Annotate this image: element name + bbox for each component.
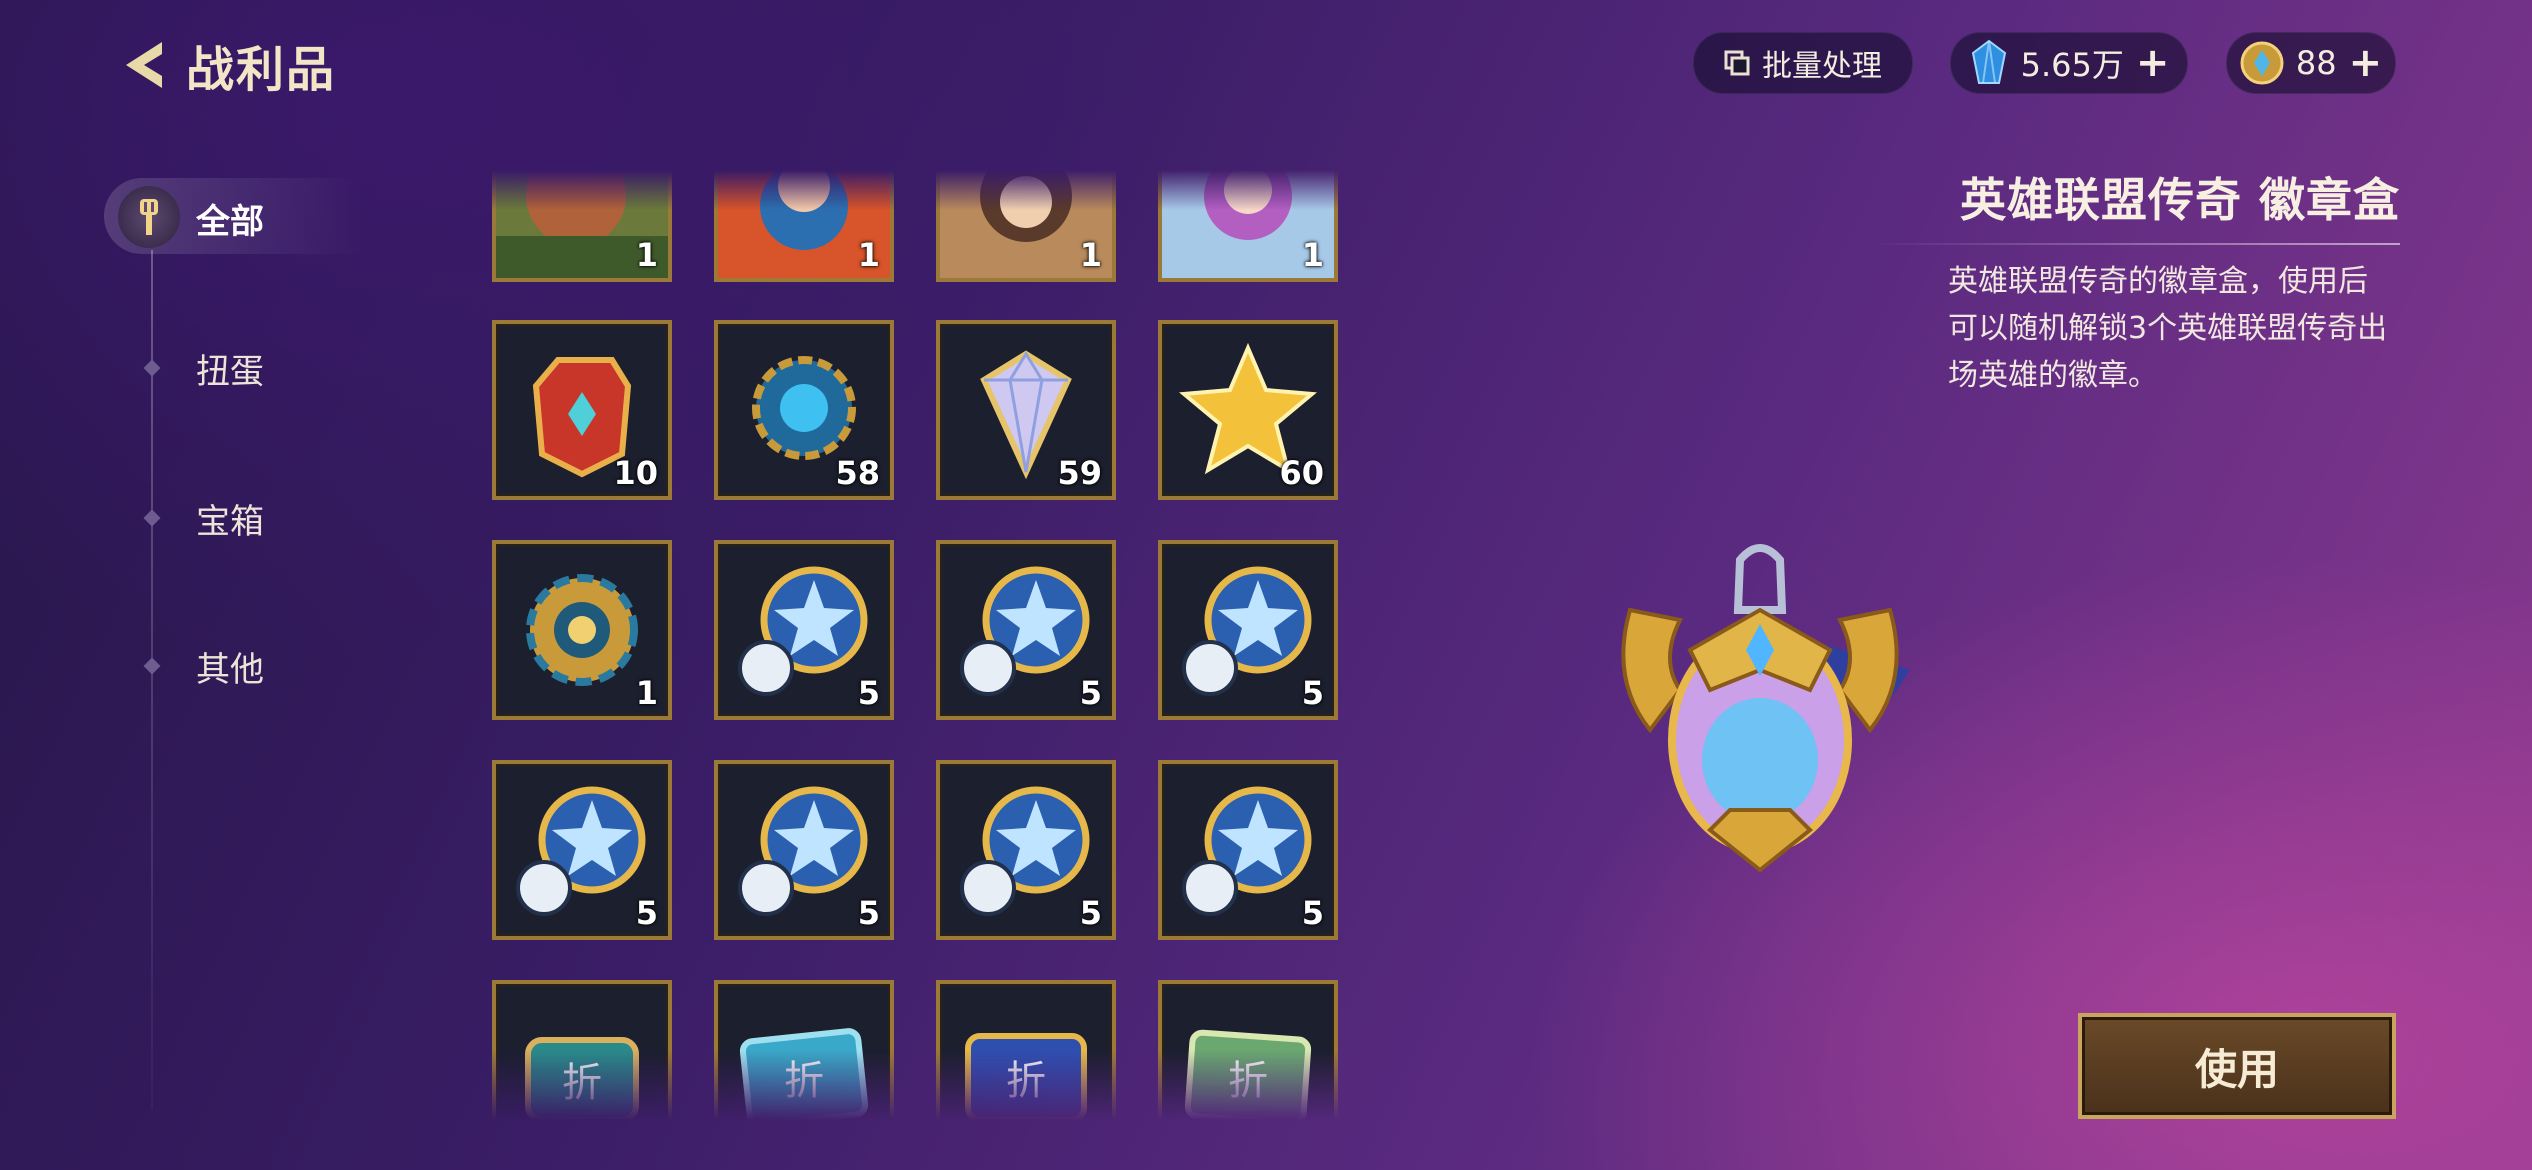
- loot-item-discount-coupon[interactable]: 折: [492, 980, 672, 1120]
- batch-process-button[interactable]: 批量处理: [1693, 32, 1913, 94]
- loot-item-star-badge[interactable]: 5: [492, 760, 672, 940]
- loot-item-blue-gear[interactable]: 58: [714, 320, 894, 500]
- item-title: 英雄联盟传奇 徽章盒: [1959, 173, 2400, 227]
- loot-item-star-badge[interactable]: 5: [936, 760, 1116, 940]
- spatula-icon: [118, 186, 180, 248]
- gems-amount: 5.65万: [2020, 46, 2124, 84]
- sidebar-dot: [143, 657, 161, 675]
- title-divider: [1870, 243, 2400, 245]
- coins-amount: 88: [2295, 44, 2337, 82]
- coupon-label: 折: [1228, 1058, 1268, 1104]
- loot-item-portrait[interactable]: 1: [492, 170, 672, 282]
- loot-item-star-badge[interactable]: 5: [1158, 760, 1338, 940]
- add-coins-icon[interactable]: +: [2349, 43, 2383, 83]
- loot-grid: 1 1 1 1 10 58 59 60 1 5 5 5 5 5 5 5 折 折 …: [480, 170, 1360, 1120]
- sidebar-rail: [151, 250, 153, 1110]
- loot-item-star[interactable]: 60: [1158, 320, 1338, 500]
- coupon-label: 折: [784, 1058, 824, 1104]
- loot-item-discount-coupon[interactable]: 折: [936, 980, 1116, 1120]
- loot-item-gold-gear[interactable]: 1: [492, 540, 672, 720]
- sidebar-item-chest[interactable]: 宝箱: [196, 494, 264, 543]
- sidebar-item-all[interactable]: 全部: [196, 194, 264, 243]
- coupon-label: 折: [1006, 1058, 1046, 1104]
- loot-item-star-badge[interactable]: 5: [714, 760, 894, 940]
- page-title: 战利品: [186, 42, 337, 98]
- coins-currency[interactable]: 88 +: [2226, 32, 2396, 94]
- loot-item-discount-coupon[interactable]: 折: [714, 980, 894, 1120]
- back-button[interactable]: 战利品: [118, 30, 336, 100]
- sidebar-item-other[interactable]: 其他: [196, 642, 264, 691]
- item-description: 英雄联盟传奇的徽章盒，使用后可以随机解锁3个英雄联盟传奇出场英雄的徽章。: [1948, 264, 2388, 393]
- chevron-left-icon: [126, 42, 162, 88]
- blue-gem-icon: [1971, 39, 2006, 84]
- loot-item-red-token[interactable]: 10: [492, 320, 672, 500]
- loot-item-star-badge[interactable]: 5: [1158, 540, 1338, 720]
- coupon-label: 折: [562, 1060, 602, 1106]
- sidebar-item-gacha[interactable]: 扭蛋: [196, 344, 264, 393]
- use-button[interactable]: 使用: [2078, 1013, 2396, 1119]
- loot-item-portrait[interactable]: 1: [714, 170, 894, 282]
- sidebar-dot: [143, 359, 161, 377]
- loot-item-diamond[interactable]: 59: [936, 320, 1116, 500]
- batch-label: 批量处理: [1762, 49, 1882, 84]
- loot-item-portrait[interactable]: 1: [1158, 170, 1338, 282]
- add-gems-icon[interactable]: +: [2136, 43, 2170, 83]
- loot-item-discount-coupon[interactable]: 折: [1158, 980, 1338, 1120]
- batch-icon: [1724, 50, 1750, 76]
- loot-item-portrait[interactable]: 1: [936, 170, 1116, 282]
- sidebar-dot: [143, 509, 161, 527]
- gems-currency[interactable]: 5.65万 +: [1950, 32, 2188, 94]
- badge-box-preview-image: [1621, 544, 1910, 873]
- gold-coin-icon: [2240, 41, 2284, 85]
- loot-item-star-badge[interactable]: 5: [714, 540, 894, 720]
- loot-item-star-badge[interactable]: 5: [936, 540, 1116, 720]
